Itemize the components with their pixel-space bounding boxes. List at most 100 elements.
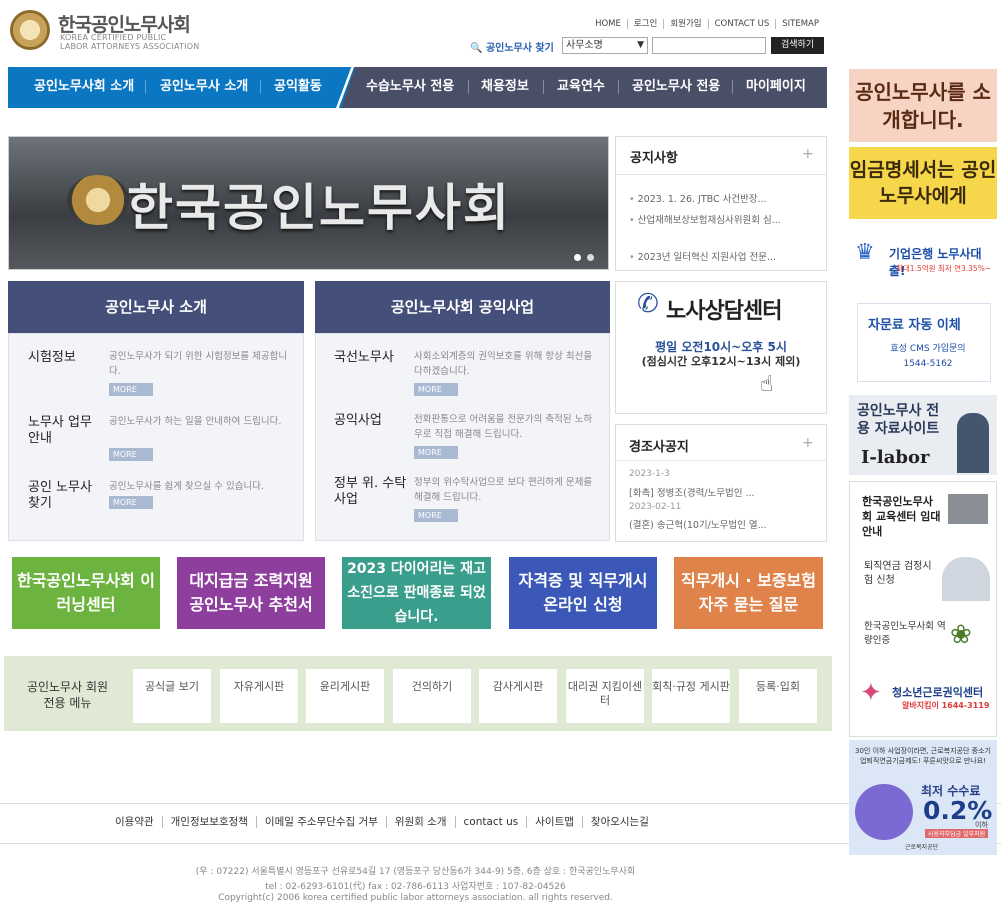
right-banner-pension[interactable]: 30인 이하 사업장이라면, 근로복지공단 중소기업퇴직연금기금제도! 푸른씨앗… <box>849 740 997 855</box>
youth-center-phone: 알바지킴이 1644-3119 <box>902 701 990 710</box>
more-button[interactable]: MORE <box>109 448 153 461</box>
edu-center-rent-link[interactable]: 한국공인노무사회 교육센터 임대 안내 <box>862 494 942 539</box>
footer-link-committee[interactable]: 위원회 소개 <box>387 816 456 828</box>
top-link-sitemap[interactable]: SITEMAP <box>776 19 825 29</box>
public-item-title[interactable]: 국선노무사 <box>334 350 409 366</box>
diary-soldout-banner[interactable]: 2023 다이어리는 재고소진으로 판매종료 되었습니다. <box>342 557 491 629</box>
phone-icon: ✆ <box>637 289 659 319</box>
youth-center-link[interactable]: 청소년근로권익센터 <box>892 684 983 700</box>
top-link-login[interactable]: 로그인 <box>628 19 665 29</box>
top-link-join[interactable]: 회원가입 <box>664 19 709 29</box>
nav-separator <box>260 80 261 94</box>
counsel-lunch: (점심시간 오후12시~13시 제외) <box>641 355 801 368</box>
nav-item-trainee[interactable]: 수습노무사 전용 <box>366 67 454 108</box>
notice-title[interactable]: 공지사항 <box>630 147 678 166</box>
footer-link-directions[interactable]: 찾아오시는길 <box>583 816 657 828</box>
intro-item-desc: 공인노무사가 되기 위한 시험정보를 제공합니다. <box>109 351 288 377</box>
people-image <box>942 557 990 601</box>
search-type-select[interactable]: 사무소명 ▼ <box>562 37 648 54</box>
intro-item-title[interactable]: 시험정보 <box>28 350 98 366</box>
footer-links: 이용약관 개인정보보호정책 이메일 주소무단수집 거부 위원회 소개 conta… <box>107 816 657 828</box>
footer-link-privacy[interactable]: 개인정보보호정책 <box>163 816 257 828</box>
plant-icon: ❀ <box>950 620 972 650</box>
main-banner[interactable]: 한국공인노무사회 <box>8 136 609 270</box>
plus-icon[interactable]: + <box>802 146 814 162</box>
chevron-down-icon: ▼ <box>637 40 644 50</box>
nav-separator <box>543 80 544 94</box>
nav-item-attorney[interactable]: 공인노무사 소개 <box>160 67 248 108</box>
right-banner-payslip[interactable]: 임금명세서는 공인노무사에게 <box>849 147 997 219</box>
member-menu-item[interactable]: 대리권 지킴이센터 <box>566 669 644 723</box>
nav-separator <box>732 80 733 94</box>
condolence-date: 2023-1-3 <box>629 469 670 479</box>
condolence-date: 2023-02-11 <box>629 502 682 512</box>
more-button[interactable]: MORE <box>414 383 458 396</box>
nav-separator <box>145 80 146 94</box>
public-panel-title[interactable]: 공인노무사회 공익사업 <box>315 281 610 333</box>
nav-item-public[interactable]: 공익활동 <box>274 67 322 108</box>
online-application-banner[interactable]: 자격증 및 직무개시 온라인 신청 <box>509 557 657 629</box>
more-button[interactable]: MORE <box>109 496 153 509</box>
org-logo-text: 근로복지공단 <box>905 844 939 851</box>
more-button[interactable]: MORE <box>414 509 458 522</box>
search-button[interactable]: 검색하기 <box>771 37 824 54</box>
elearning-banner[interactable]: 한국공인노무사회 이러닝센터 <box>12 557 160 629</box>
notice-item[interactable]: 2023. 1. 26. JTBC 사건반장... <box>629 194 819 206</box>
right-banner-intro[interactable]: 공인노무사를 소개합니다. <box>849 69 997 142</box>
nav-item-mypage[interactable]: 마이페이지 <box>746 67 806 108</box>
member-menu-item[interactable]: 윤리게시판 <box>306 669 384 723</box>
notice-item[interactable]: 2023년 일터혁신 지원사업 전문... <box>629 252 819 264</box>
nav-item-association[interactable]: 공인노무사회 소개 <box>34 67 134 108</box>
faq-banner[interactable]: 직무개시 · 보증보험 자주 묻는 질문 <box>674 557 823 629</box>
plus-icon[interactable]: + <box>802 435 814 451</box>
public-item-title[interactable]: 정부 위. 수탁 사업 <box>334 476 410 508</box>
banner-text: 한국공인노무사회 <box>127 179 511 237</box>
counsel-title: 노사상담센터 <box>666 299 782 324</box>
member-menu-item[interactable]: 회칙·규정 게시판 <box>652 669 730 723</box>
footer-link-terms[interactable]: 이용약관 <box>107 816 163 828</box>
logo-emblem[interactable] <box>10 10 50 50</box>
emblem-icon <box>67 175 129 225</box>
top-link-home[interactable]: HOME <box>589 19 628 29</box>
footer-link-sitemap[interactable]: 사이트맵 <box>527 816 583 828</box>
intro-item-desc: 공인노무사가 하는 일을 안내하여 드립니다. <box>109 416 282 427</box>
search-input[interactable] <box>652 37 766 54</box>
more-button[interactable]: MORE <box>414 446 458 459</box>
competency-link[interactable]: 한국공인노무사회 역량인증 <box>864 620 954 648</box>
nav-item-jobs[interactable]: 채용정보 <box>481 67 529 108</box>
intro-item-title[interactable]: 노무사 업무안내 <box>28 415 98 447</box>
right-banner-group: 한국공인노무사회 교육센터 임대 안내 퇴직연금 검정시험 신청 한국공인노무사… <box>849 481 997 737</box>
divider <box>615 174 827 175</box>
pension-exam-link[interactable]: 퇴직연금 검정시험 신청 <box>864 560 934 588</box>
nav-item-members[interactable]: 공인노무사 전용 <box>632 67 720 108</box>
condolence-item[interactable]: (결혼) 송근혁(10기/노무법인 열... <box>629 517 767 531</box>
public-item-title[interactable]: 공익사업 <box>334 413 409 429</box>
slide-dot-active[interactable] <box>574 254 581 261</box>
member-menu-item[interactable]: 감사게시판 <box>479 669 557 723</box>
right-banner-ibk[interactable]: ♛ 기업은행 노무사대출! 최대1.5억원 최저 연3.35%~ <box>849 224 997 289</box>
right-banner-ilabor[interactable]: 공인노무사 전용 자료사이트 I-labor <box>849 395 997 475</box>
slide-dot[interactable] <box>587 254 594 261</box>
intro-item-title[interactable]: 공인 노무사 찾기 <box>28 480 98 512</box>
member-menu-item[interactable]: 건의하기 <box>393 669 471 723</box>
footer-link-contact[interactable]: contact us <box>456 816 528 828</box>
intro-item-desc: 공인노무사를 쉽게 찾으실 수 있습니다. <box>109 481 264 492</box>
classroom-image <box>948 494 988 524</box>
member-menu-item[interactable]: 공식글 보기 <box>133 669 211 723</box>
youth-center-logo-icon: ✦ <box>860 678 882 708</box>
condolence-item[interactable]: [화촉] 정병조(경력/노무법인 ... <box>629 485 755 499</box>
intro-panel-title[interactable]: 공인노무사 소개 <box>8 281 304 333</box>
nav-item-education[interactable]: 교육연수 <box>557 67 605 108</box>
footer-link-email-policy[interactable]: 이메일 주소무단수집 거부 <box>257 816 387 828</box>
member-menu-item[interactable]: 등록·입회 <box>739 669 817 723</box>
condolence-title[interactable]: 경조사공지 <box>629 436 689 455</box>
right-banner-cms[interactable]: 자문료 자동 이체 효성 CMS 가입문의 1544-5162 <box>857 303 991 382</box>
notice-item[interactable]: 산업재해보상보험재심사위원회 심... <box>629 215 819 227</box>
payment-support-banner[interactable]: 대지급금 조력지원 공인노무사 추천서 <box>177 557 325 629</box>
more-button[interactable]: MORE <box>109 383 153 396</box>
footer-copyright: Copyright(c) 2006 korea certified public… <box>218 893 613 903</box>
top-link-contact[interactable]: CONTACT US <box>709 19 777 29</box>
member-menu-item[interactable]: 자유게시판 <box>220 669 298 723</box>
footer-contact: tel : 02-6293-6101(代) fax : 02-786-6113 … <box>265 882 566 892</box>
nav-separator <box>618 80 619 94</box>
